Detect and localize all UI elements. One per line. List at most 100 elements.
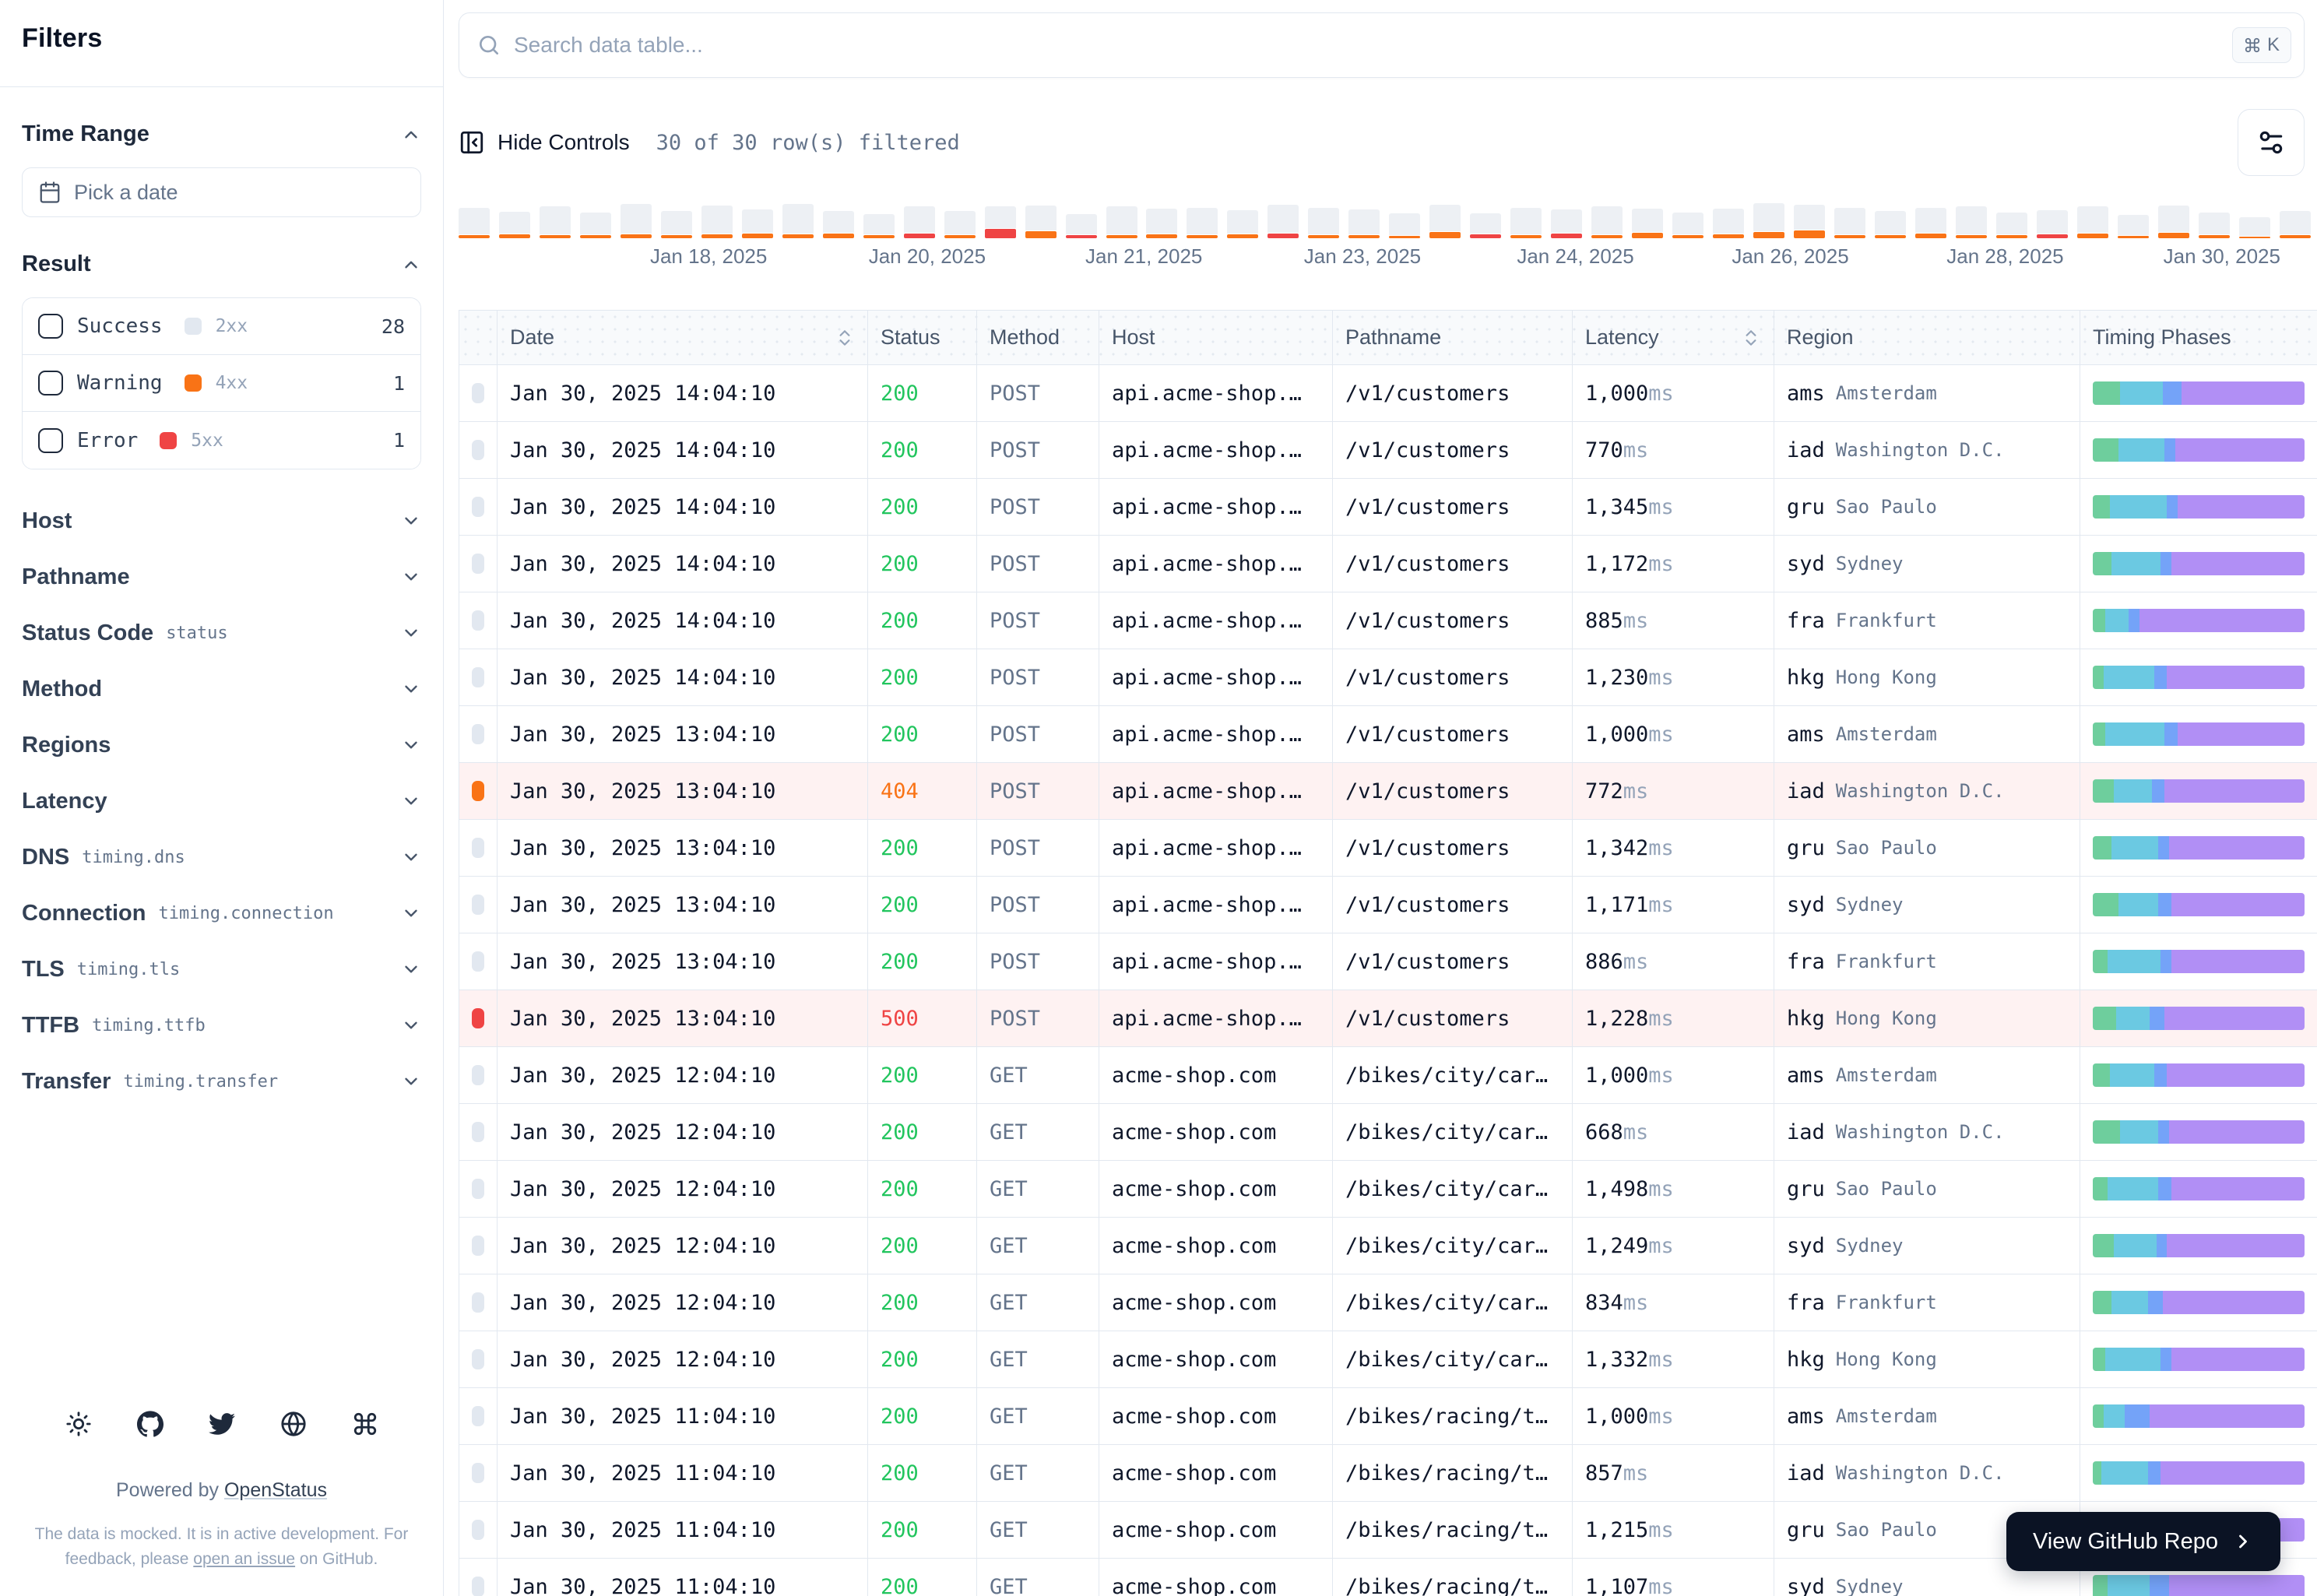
histogram-bar[interactable]	[863, 214, 895, 238]
result-option-warning[interactable]: Warning 4xx 1	[23, 355, 420, 412]
histogram-bar[interactable]	[1510, 208, 1542, 238]
filter-section-dns[interactable]: DNS timing.dns	[22, 829, 421, 885]
row-select-cell[interactable]	[459, 820, 498, 876]
column-header-date[interactable]: Date	[498, 311, 868, 364]
histogram-bar[interactable]	[459, 208, 490, 238]
histogram-bar[interactable]	[1591, 206, 1623, 238]
table-row[interactable]: Jan 30, 2025 11:04:10 200 GET acme-shop.com…	[459, 1445, 2317, 1502]
histogram-bar[interactable]	[539, 206, 571, 238]
twitter-icon[interactable]	[208, 1411, 235, 1437]
row-select-cell[interactable]	[459, 933, 498, 990]
table-row[interactable]: Jan 30, 2025 13:04:10 200 POST api.acme-sho…	[459, 933, 2317, 990]
histogram-bar[interactable]	[701, 206, 733, 238]
histogram-bar[interactable]	[2076, 206, 2108, 238]
row-select-cell[interactable]	[459, 1388, 498, 1444]
histogram-bar[interactable]	[1267, 205, 1299, 238]
row-select-cell[interactable]	[459, 1331, 498, 1387]
histogram-bar[interactable]	[1713, 209, 1745, 238]
date-picker-input[interactable]: Pick a date	[22, 167, 421, 217]
histogram-bar[interactable]	[782, 204, 814, 238]
filter-section-tls[interactable]: TLS timing.tls	[22, 941, 421, 997]
open-issue-link[interactable]: open an issue	[193, 1550, 295, 1568]
row-select-cell[interactable]	[459, 592, 498, 649]
row-select-cell[interactable]	[459, 1047, 498, 1103]
checkbox[interactable]	[38, 314, 63, 339]
checkbox[interactable]	[38, 427, 63, 453]
globe-icon[interactable]	[280, 1411, 307, 1437]
histogram-bar[interactable]	[2117, 215, 2149, 238]
histogram-bar[interactable]	[1874, 211, 1906, 238]
histogram-bar[interactable]	[1955, 206, 1987, 238]
sort-icon[interactable]	[1741, 328, 1761, 348]
histogram-bar[interactable]	[1551, 209, 1583, 238]
histogram-bar[interactable]	[1227, 210, 1259, 238]
histogram-bar[interactable]	[1348, 209, 1380, 238]
table-row[interactable]: Jan 30, 2025 12:04:10 200 GET acme-shop.com…	[459, 1274, 2317, 1331]
row-select-cell[interactable]	[459, 422, 498, 478]
checkbox[interactable]	[38, 371, 63, 395]
table-row[interactable]: Jan 30, 2025 14:04:10 200 POST api.acme-sho…	[459, 479, 2317, 536]
histogram-bar[interactable]	[944, 211, 976, 238]
histogram-bar[interactable]	[1793, 205, 1825, 238]
table-row[interactable]: Jan 30, 2025 12:04:10 200 GET acme-shop.com…	[459, 1218, 2317, 1274]
histogram-bar[interactable]	[1025, 206, 1057, 238]
row-select-cell[interactable]	[459, 365, 498, 421]
column-header-latency[interactable]: Latency	[1573, 311, 1774, 364]
histogram-bar[interactable]	[741, 209, 773, 238]
row-select-cell[interactable]	[459, 1274, 498, 1331]
table-row[interactable]: Jan 30, 2025 13:04:10 500 POST api.acme-sho…	[459, 990, 2317, 1047]
histogram-bar[interactable]	[2279, 211, 2311, 238]
command-icon[interactable]	[352, 1411, 378, 1437]
table-row[interactable]: Jan 30, 2025 14:04:10 200 POST api.acme-sho…	[459, 365, 2317, 422]
filter-section-host[interactable]: Host	[22, 493, 421, 549]
table-row[interactable]: Jan 30, 2025 12:04:10 200 GET acme-shop.com…	[459, 1161, 2317, 1218]
histogram-bar[interactable]	[1995, 213, 2027, 238]
view-options-button[interactable]	[2238, 109, 2305, 176]
sort-icon[interactable]	[835, 328, 855, 348]
histogram-bar[interactable]	[1834, 208, 1865, 238]
hide-controls-button[interactable]: Hide Controls	[459, 129, 630, 156]
table-row[interactable]: Jan 30, 2025 14:04:10 200 POST api.acme-sho…	[459, 592, 2317, 649]
filter-section-method[interactable]: Method	[22, 661, 421, 717]
histogram-bar[interactable]	[822, 211, 854, 238]
search-input[interactable]	[514, 33, 2220, 58]
row-select-cell[interactable]	[459, 1502, 498, 1558]
table-row[interactable]: Jan 30, 2025 13:04:10 200 POST api.acme-sho…	[459, 706, 2317, 763]
row-select-cell[interactable]	[459, 649, 498, 705]
histogram-bar[interactable]	[1470, 213, 1502, 238]
row-select-cell[interactable]	[459, 1218, 498, 1274]
histogram-bar[interactable]	[1106, 206, 1137, 238]
section-result[interactable]: Result	[22, 251, 421, 277]
row-select-cell[interactable]	[459, 1559, 498, 1596]
table-row[interactable]: Jan 30, 2025 11:04:10 200 GET acme-shop.com…	[459, 1388, 2317, 1445]
table-row[interactable]: Jan 30, 2025 13:04:10 200 POST api.acme-sho…	[459, 877, 2317, 933]
histogram-bar[interactable]	[1632, 209, 1664, 238]
result-option-success[interactable]: Success 2xx 28	[23, 298, 420, 355]
row-select-cell[interactable]	[459, 706, 498, 762]
row-select-cell[interactable]	[459, 479, 498, 535]
result-option-error[interactable]: Error 5xx 1	[23, 412, 420, 469]
filter-section-latency[interactable]: Latency	[22, 773, 421, 829]
filter-section-ttfb[interactable]: TTFB timing.ttfb	[22, 997, 421, 1053]
row-select-cell[interactable]	[459, 877, 498, 933]
histogram-bar[interactable]	[1187, 208, 1218, 238]
table-row[interactable]: Jan 30, 2025 12:04:10 200 GET acme-shop.com…	[459, 1331, 2317, 1388]
histogram-bar[interactable]	[1914, 208, 1946, 238]
openstatus-link[interactable]: OpenStatus	[224, 1479, 327, 1501]
table-row[interactable]: Jan 30, 2025 13:04:10 200 POST api.acme-sho…	[459, 820, 2317, 877]
filter-section-pathname[interactable]: Pathname	[22, 549, 421, 605]
histogram-bar[interactable]	[1672, 213, 1704, 238]
row-select-cell[interactable]	[459, 990, 498, 1046]
histogram-bar[interactable]	[498, 212, 530, 238]
table-row[interactable]: Jan 30, 2025 13:04:10 404 POST api.acme-sho…	[459, 763, 2317, 820]
table-row[interactable]: Jan 30, 2025 14:04:10 200 POST api.acme-sho…	[459, 649, 2317, 706]
row-select-cell[interactable]	[459, 763, 498, 819]
row-select-cell[interactable]	[459, 1161, 498, 1217]
histogram-bar[interactable]	[2036, 210, 2068, 238]
histogram-bar[interactable]	[1065, 214, 1097, 238]
histogram-bar[interactable]	[1308, 208, 1340, 238]
histogram-bar[interactable]	[2157, 206, 2189, 238]
histogram-bar[interactable]	[2198, 213, 2230, 238]
histogram-bar[interactable]	[1146, 209, 1178, 238]
view-github-repo-button[interactable]: View GitHub Repo	[2006, 1512, 2280, 1571]
